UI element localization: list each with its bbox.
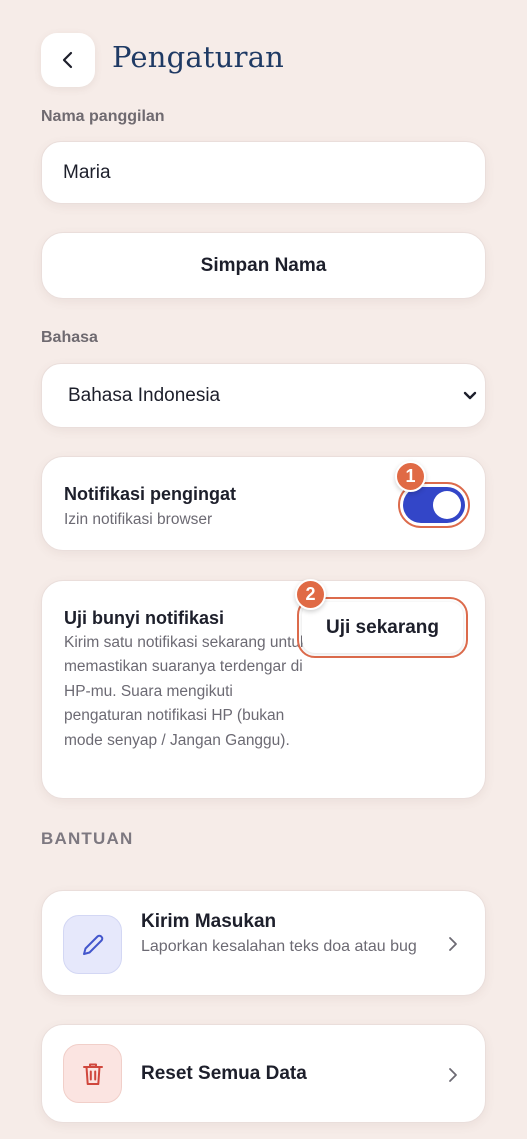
chevron-right-icon [449, 1068, 457, 1082]
test-now-button[interactable]: Uji sekarang [302, 602, 463, 653]
toggle-knob [433, 491, 461, 519]
language-label: Bahasa [41, 329, 98, 346]
chevron-down-icon [463, 391, 477, 400]
toggle-track [403, 487, 465, 523]
step-badge-1: 1 [395, 461, 426, 492]
help-section-label: BANTUAN [41, 829, 134, 848]
pencil-icon [82, 934, 103, 955]
nickname-value: Maria [63, 161, 111, 183]
language-selected: Bahasa Indonesia [68, 384, 221, 406]
sound-test-description: Kirim satu notifikasi sekarang untuk mem… [64, 634, 308, 749]
nickname-label: Nama panggilan [41, 108, 165, 125]
sound-test-title: Uji bunyi notifikasi [64, 608, 225, 628]
reset-icon-box [63, 1044, 122, 1103]
save-name-label: Simpan Nama [200, 254, 327, 276]
reminder-title: Notifikasi pengingat [64, 484, 237, 504]
test-now-button-highlight: Uji sekarang [297, 597, 468, 658]
language-select[interactable]: Bahasa Indonesia [41, 363, 486, 428]
reminder-notification-card: Notifikasi pengingat Izin notifikasi bro… [41, 456, 486, 551]
page-title: Pengaturan [112, 40, 285, 74]
save-name-button[interactable]: Simpan Nama [41, 232, 486, 299]
chevron-right-icon [449, 937, 457, 951]
feedback-title: Kirim Masukan [141, 911, 277, 932]
test-now-label: Uji sekarang [326, 616, 439, 638]
reset-title: Reset Semua Data [141, 1063, 307, 1084]
step-badge-2: 2 [295, 579, 326, 610]
chevron-left-icon [62, 51, 73, 69]
reset-data-item[interactable]: Reset Semua Data [41, 1024, 486, 1123]
sound-test-card: Uji bunyi notifikasi Kirim satu notifika… [41, 579, 486, 799]
send-feedback-item[interactable]: Kirim Masukan Laporkan kesalahan teks do… [41, 890, 486, 996]
nickname-input[interactable]: Maria [41, 141, 486, 204]
trash-icon [82, 1063, 103, 1085]
feedback-subtitle: Laporkan kesalahan teks doa atau bug [141, 938, 417, 955]
settings-page: Pengaturan Nama panggilan Maria Simpan N… [0, 0, 527, 1139]
back-button[interactable] [41, 33, 95, 87]
feedback-icon-box [63, 915, 122, 974]
reminder-subtitle: Izin notifikasi browser [64, 511, 213, 528]
